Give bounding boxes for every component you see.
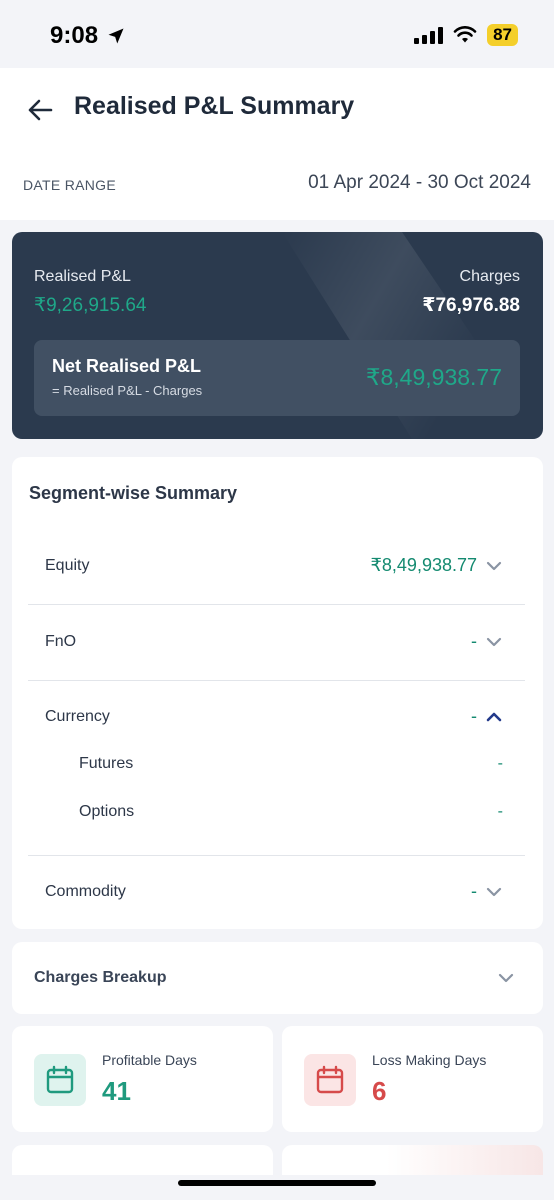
sub-segment-value: - <box>497 755 503 772</box>
segment-value: - <box>471 881 477 901</box>
sub-segment-name: Futures <box>79 755 134 772</box>
home-indicator[interactable] <box>178 1180 376 1186</box>
sub-segment-name: Options <box>79 803 135 820</box>
chevron-up-icon[interactable] <box>485 708 503 726</box>
date-range-value[interactable]: 01 Apr 2024 - 30 Oct 2024 <box>308 172 531 194</box>
segment-name: Currency <box>45 708 110 725</box>
next-card-right <box>282 1145 543 1175</box>
wifi-icon <box>453 26 477 43</box>
status-time-text: 9:08 <box>50 22 99 49</box>
segment-row-fno[interactable]: FnO - <box>28 605 525 680</box>
loss-days-value: 6 <box>372 1076 387 1106</box>
realised-pnl-label: Realised P&L <box>34 268 131 285</box>
segment-value: - <box>471 631 477 651</box>
charges-label: Charges <box>459 268 520 285</box>
back-arrow-icon[interactable] <box>24 94 56 126</box>
profitable-days-label: Profitable Days <box>102 1052 197 1068</box>
page-title: Realised P&L Summary <box>74 92 355 120</box>
loss-days-label: Loss Making Days <box>372 1052 487 1068</box>
loss-days-card[interactable]: Loss Making Days 6 <box>282 1026 543 1132</box>
profitable-days-card[interactable]: Profitable Days 41 <box>12 1026 273 1132</box>
chevron-down-icon[interactable] <box>485 557 503 575</box>
charges-value: ₹76,976.88 <box>422 295 520 316</box>
currency-sub-row-options: Options - <box>28 795 525 835</box>
charges-breakup-title: Charges Breakup <box>34 969 167 986</box>
realised-pnl-value: ₹9,26,915.64 <box>34 295 147 316</box>
status-time: 9:08 <box>50 22 126 50</box>
chevron-down-icon[interactable] <box>497 969 515 987</box>
date-range-label: DATE RANGE <box>23 177 116 193</box>
calendar-icon <box>304 1054 356 1106</box>
segment-value: ₹8,49,938.77 <box>370 555 477 575</box>
segment-summary-card: Segment-wise Summary Equity ₹8,49,938.77… <box>12 457 543 929</box>
next-card-left <box>12 1145 273 1175</box>
profitable-days-value: 41 <box>102 1076 131 1106</box>
segment-summary-title: Segment-wise Summary <box>29 483 238 503</box>
chevron-down-icon[interactable] <box>485 633 503 651</box>
cellular-signal-icon <box>414 26 444 44</box>
chevron-down-icon[interactable] <box>485 883 503 901</box>
sub-segment-value: - <box>497 803 503 820</box>
page-header: Realised P&L Summary DATE RANGE 01 Apr 2… <box>0 68 554 220</box>
status-icons: 87 <box>414 24 518 46</box>
net-realised-pnl-value: ₹8,49,938.77 <box>365 364 502 390</box>
segment-row-currency[interactable]: Currency - <box>28 680 525 755</box>
segment-row-commodity[interactable]: Commodity - <box>28 855 525 930</box>
net-realised-pnl-formula: = Realised P&L - Charges <box>52 383 203 398</box>
calendar-icon <box>34 1054 86 1106</box>
location-arrow-icon <box>108 28 124 44</box>
currency-sub-row-futures: Futures - <box>28 747 525 787</box>
segment-name: FnO <box>45 633 77 650</box>
battery-indicator: 87 <box>487 24 518 46</box>
net-realised-pnl-box: Net Realised P&L = Realised P&L - Charge… <box>34 340 520 416</box>
segment-name: Commodity <box>45 883 126 900</box>
segment-name: Equity <box>45 557 90 574</box>
net-realised-pnl-title: Net Realised P&L <box>52 356 202 376</box>
segment-value: - <box>471 706 477 726</box>
pnl-summary-card: Realised P&L ₹9,26,915.64 Charges ₹76,97… <box>12 232 543 439</box>
charges-breakup-card[interactable]: Charges Breakup <box>12 942 543 1014</box>
segment-row-equity[interactable]: Equity ₹8,49,938.77 <box>28 529 525 604</box>
status-bar: 9:08 87 <box>0 0 554 68</box>
